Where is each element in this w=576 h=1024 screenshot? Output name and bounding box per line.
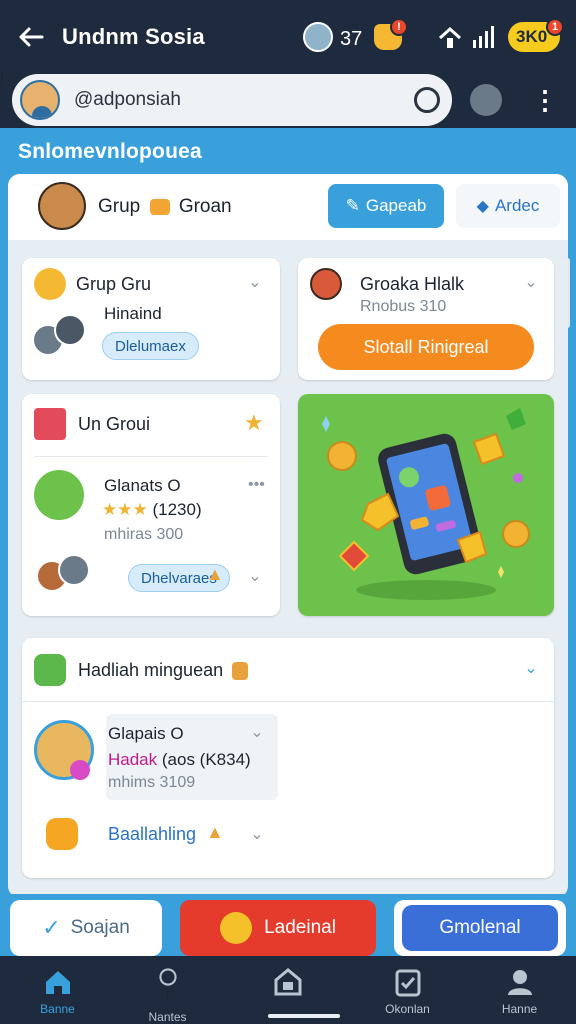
- nav-profile[interactable]: Hanne: [462, 956, 576, 1024]
- chevron-down-icon[interactable]: ⌄: [522, 274, 540, 292]
- signal-icon: [473, 26, 494, 48]
- group-emoji-icon: [149, 198, 170, 215]
- member-avatars: [32, 314, 90, 360]
- home-icon: [45, 971, 70, 994]
- chat-icon: [158, 968, 177, 986]
- search-bar[interactable]: [12, 74, 452, 126]
- chevron-down-icon[interactable]: ⌄: [248, 724, 266, 742]
- warning-icon: ▲: [206, 822, 224, 842]
- wifi-icon: [438, 26, 462, 48]
- group-bar: Grup Groan ✎ Gapeab ◆ Ardec: [8, 174, 568, 240]
- card3-item-sub: mhiras 300: [104, 526, 184, 543]
- group-avatar[interactable]: [38, 182, 86, 230]
- member-avatar: [34, 470, 84, 520]
- content-area: Snlomevnlopouea Grup Groan ✎ Gapeab ◆ Ar…: [0, 128, 576, 954]
- rating-stars-icon: ★★★: [102, 500, 148, 519]
- profile-icon: [507, 970, 532, 995]
- nav-messages[interactable]: ! Nantes: [110, 956, 225, 1024]
- home-indicator[interactable]: [268, 1014, 340, 1018]
- card1-pill[interactable]: Dlelumaex: [102, 332, 199, 360]
- score-value: 3K0: [516, 27, 548, 46]
- card1-body: Hinaind: [104, 304, 162, 323]
- back-arrow-icon[interactable]: [16, 22, 46, 52]
- divider: [34, 456, 268, 457]
- app-bar: Undnm Sosia 37 ! 3K0 1: [0, 0, 576, 72]
- check-icon: ✓: [42, 915, 61, 940]
- sun-face-icon: [46, 818, 78, 850]
- group-card-3[interactable]: Un Groui ★ Glanats O ••• ★★★ (1230) mhir…: [22, 394, 280, 616]
- promo-card-header: Hadliah minguean ⌄: [22, 638, 554, 702]
- card2-title: Groaka Hlalk: [360, 274, 465, 294]
- card1-title: Grup Gru: [76, 274, 152, 294]
- shield-icon: ◆: [476, 198, 489, 215]
- promo-item-title: Glapais O: [108, 724, 184, 743]
- nav-home[interactable]: Banne: [0, 956, 115, 1024]
- section-heading: Snlomevnlopouea: [18, 140, 202, 163]
- warning-icon: ▲: [206, 564, 224, 584]
- promo-card[interactable]: Hadliah minguean ⌄ Glapais O ⌄ Hadak (ao…: [22, 638, 554, 878]
- star-icon[interactable]: ★: [244, 410, 264, 436]
- general-button-label: Gmolenal: [402, 905, 558, 951]
- card3-rating: ★★★ (1230): [102, 500, 202, 519]
- avatar: [310, 268, 342, 300]
- more-options-icon[interactable]: •••: [248, 476, 265, 494]
- main-panel: Grup Groan ✎ Gapeab ◆ Ardec Grup Gru ⌄ H…: [8, 174, 568, 898]
- member-avatars: [36, 554, 94, 600]
- card3-item-title: Glanats O: [104, 476, 181, 495]
- drum-icon: [34, 408, 66, 440]
- status-badge-icon: [70, 760, 90, 780]
- chevron-down-icon[interactable]: ⌄: [522, 660, 540, 678]
- general-button[interactable]: Gmolenal: [394, 900, 566, 956]
- smiley-icon: [34, 268, 66, 300]
- chevron-down-icon[interactable]: ⌄: [248, 826, 266, 844]
- user-count: 37: [340, 28, 363, 50]
- user-avatar-icon[interactable]: [303, 22, 333, 52]
- action-row: ✓ Soajan Ladeinal Gmolenal: [0, 894, 576, 956]
- phone-game-illustration: [322, 408, 530, 600]
- group-title: Grup Groan: [98, 196, 232, 217]
- search-action-button[interactable]: ✓ Soajan: [10, 900, 162, 956]
- group-card-1[interactable]: Grup Gru ⌄ Hinaind Dlelumaex: [22, 258, 280, 380]
- promo-title: Hadliah minguean: [78, 660, 249, 681]
- bag-icon: [232, 662, 249, 681]
- notification-badge: !: [390, 18, 408, 36]
- card2-sub: Rnobus 310: [360, 298, 447, 315]
- chevron-down-icon[interactable]: ⌄: [246, 568, 264, 586]
- nav-badge: !: [165, 988, 170, 1005]
- secondary-action-button[interactable]: ◆ Ardec: [456, 184, 560, 228]
- group-card-2[interactable]: Groaka Hlalk ⌄ Rnobus 310 Slotall Rinigr…: [298, 258, 554, 380]
- edit-icon: ✎: [345, 196, 360, 215]
- search-row: ! ⋮: [0, 72, 576, 128]
- orange-action-button[interactable]: Slotall Rinigreal: [318, 324, 534, 370]
- box-home-icon: [274, 968, 301, 996]
- card3-title: Un Groui: [78, 414, 151, 434]
- more-menu-icon[interactable]: ⋮: [532, 84, 558, 116]
- app-title: Undnm Sosia: [62, 24, 205, 49]
- primary-action-button[interactable]: ✎ Gapeab: [328, 184, 444, 228]
- score-badge-icon: 1: [546, 18, 564, 36]
- search-input[interactable]: [74, 89, 394, 111]
- chevron-down-icon[interactable]: ⌄: [246, 274, 264, 292]
- sun-face-icon: [220, 912, 253, 944]
- clear-search-icon[interactable]: [414, 87, 440, 113]
- promo-item-sub: mhims 3109: [108, 774, 196, 791]
- gift-icon: [34, 654, 66, 686]
- profile-avatar[interactable]: [20, 80, 60, 120]
- promo-row2-label[interactable]: Baallahling: [108, 824, 196, 845]
- leaderboard-button[interactable]: Ladeinal: [180, 900, 376, 956]
- settings-gear-icon[interactable]: [470, 84, 502, 116]
- clipboard-icon: [395, 969, 420, 997]
- nav-tasks[interactable]: Okonlan: [350, 956, 465, 1024]
- promo-item-detail: Hadak (aos (K834): [108, 750, 251, 769]
- game-illustration-card[interactable]: [298, 394, 554, 616]
